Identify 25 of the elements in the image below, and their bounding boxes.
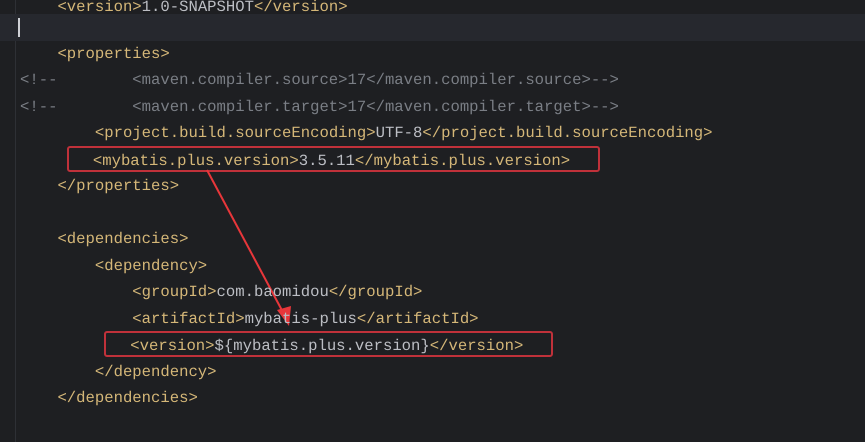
xml-tag: <dependency>: [94, 256, 208, 274]
xml-tag: </dependencies>: [57, 389, 198, 407]
xml-tag: <mybatis.plus.version>: [92, 152, 299, 170]
xml-tag: </mybatis.plus.version>: [354, 152, 570, 170]
tag-value: ${mybatis.plus.version}: [214, 337, 430, 355]
xml-tag: <properties>: [57, 44, 170, 62]
xml-tag: </version>: [254, 0, 348, 16]
xml-tag: </dependency>: [94, 362, 217, 380]
xml-tag: </artifactId>: [356, 310, 479, 328]
xml-tag: <dependencies>: [57, 230, 188, 248]
tag-value: 3.5.11: [298, 152, 355, 170]
xml-tag: </version>: [430, 337, 524, 355]
xml-tag: <artifactId>: [132, 310, 245, 328]
tag-value: 1.0-SNAPSHOT: [142, 0, 254, 16]
code-comment: <!-- <maven.compiler.source>17</maven.compiler.source>-->: [20, 71, 619, 89]
xml-tag: </properties>: [57, 177, 180, 195]
xml-tag: </project.build.sourceEncoding>: [422, 124, 712, 142]
xml-tag: <version>: [57, 0, 142, 16]
xml-tag: <groupId>: [132, 283, 217, 301]
xml-tag: <project.build.sourceEncoding>: [94, 124, 376, 142]
xml-tag: </groupId>: [328, 283, 422, 301]
text-cursor: [18, 18, 20, 37]
xml-tag: <version>: [130, 337, 215, 355]
tag-value: UTF-8: [376, 124, 422, 142]
code-comment: <!-- <maven.compiler.target>17</maven.compiler.target>-->: [20, 98, 619, 116]
